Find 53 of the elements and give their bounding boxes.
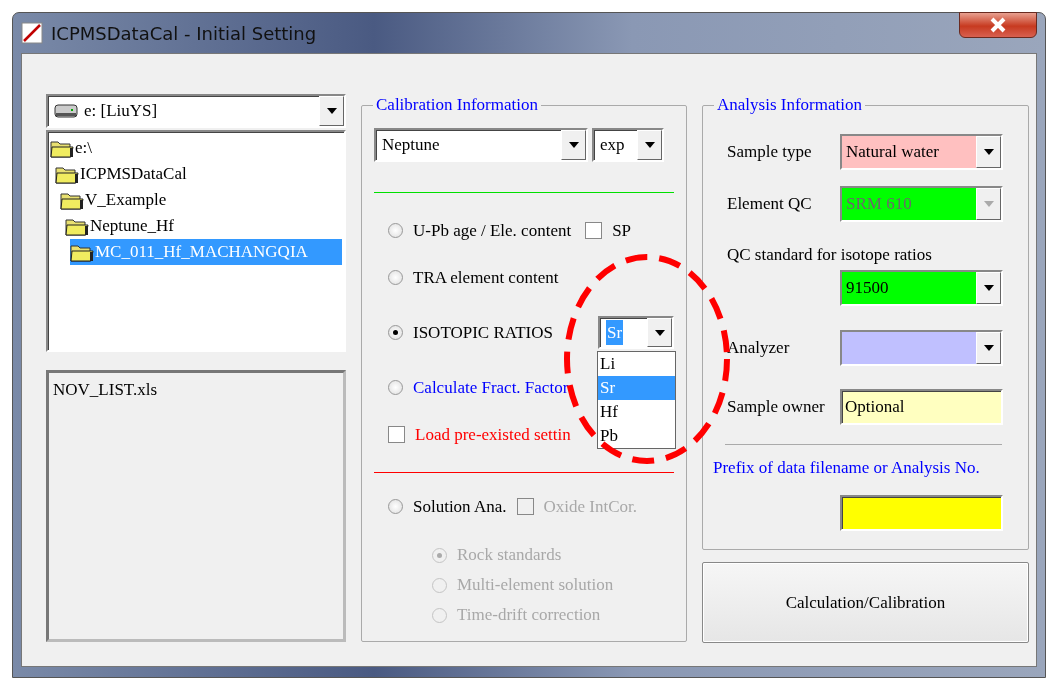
option-label: ISOTOPIC RATIOS (413, 321, 553, 344)
window-title: ICPMSDataCal - Initial Setting (51, 21, 317, 46)
drive-icon (54, 104, 78, 118)
option-label: U-Pb age / Ele. content (413, 219, 572, 242)
radio-button[interactable] (388, 380, 403, 395)
checkbox-label: Oxide IntCor. (543, 495, 637, 518)
instrument-dropdown[interactable]: Neptune (374, 128, 588, 162)
prefix-label: Prefix of data filename or Analysis No. (713, 457, 981, 479)
radio-button[interactable] (388, 270, 403, 285)
folder-item[interactable]: e:\ (50, 135, 342, 161)
field-label: Element QC (727, 193, 812, 216)
folder-icon (55, 164, 79, 184)
radio-button[interactable] (388, 325, 403, 340)
combo-field[interactable]: Natural water (840, 134, 1003, 170)
close-icon (988, 17, 1008, 33)
drive-dropdown[interactable]: e: [LiuYS] (46, 94, 346, 128)
calculation-button[interactable]: Calculation/Calibration (702, 562, 1029, 643)
option-label: Time-drift correction (457, 604, 601, 627)
radio-button[interactable] (388, 223, 403, 238)
option-label: Rock standards (457, 544, 562, 567)
dropdown-item[interactable]: Li (598, 352, 675, 376)
combo-field[interactable]: 91500 (840, 270, 1003, 306)
checkbox-label: SP (612, 219, 632, 242)
field-label: Sample owner (727, 395, 825, 418)
option-label: Solution Ana. (413, 495, 507, 518)
combo-field[interactable] (840, 329, 1003, 366)
app-icon (21, 22, 43, 44)
field-label: QC standard for isotope ratios (727, 244, 932, 267)
folder-item[interactable]: ICPMSDataCal (55, 161, 342, 187)
dropdown-item[interactable]: Hf (598, 400, 675, 424)
close-button[interactable] (959, 12, 1037, 38)
radio-button[interactable] (388, 499, 403, 514)
folder-item[interactable]: Neptune_Hf (65, 213, 342, 239)
file-item[interactable]: NOV_LIST.xls (53, 377, 339, 403)
folder-icon (50, 138, 74, 158)
dropdown-item[interactable]: Pb (598, 424, 675, 448)
folder-item[interactable]: V_Example (60, 187, 342, 213)
text-field[interactable]: Optional (840, 388, 1003, 425)
checkbox[interactable] (388, 426, 405, 443)
mode-dropdown[interactable]: exp (592, 128, 664, 162)
field-label: Sample type (727, 141, 812, 164)
option-label: Multi-element solution (457, 574, 614, 597)
option-label: Load pre-existed settin (415, 423, 571, 446)
folder-icon (60, 190, 84, 210)
folder-icon (65, 216, 89, 236)
dropdown-value: Sr (606, 319, 624, 346)
option-label: Calculate Fract. Factor (413, 376, 569, 399)
combo-field: SRM 610 (840, 186, 1003, 222)
checkbox[interactable] (585, 222, 603, 239)
drive-label: e: [LiuYS] (84, 100, 158, 123)
prefix-field[interactable] (840, 494, 1003, 531)
folder-icon (70, 242, 94, 262)
option-label: TRA element content (413, 266, 559, 289)
